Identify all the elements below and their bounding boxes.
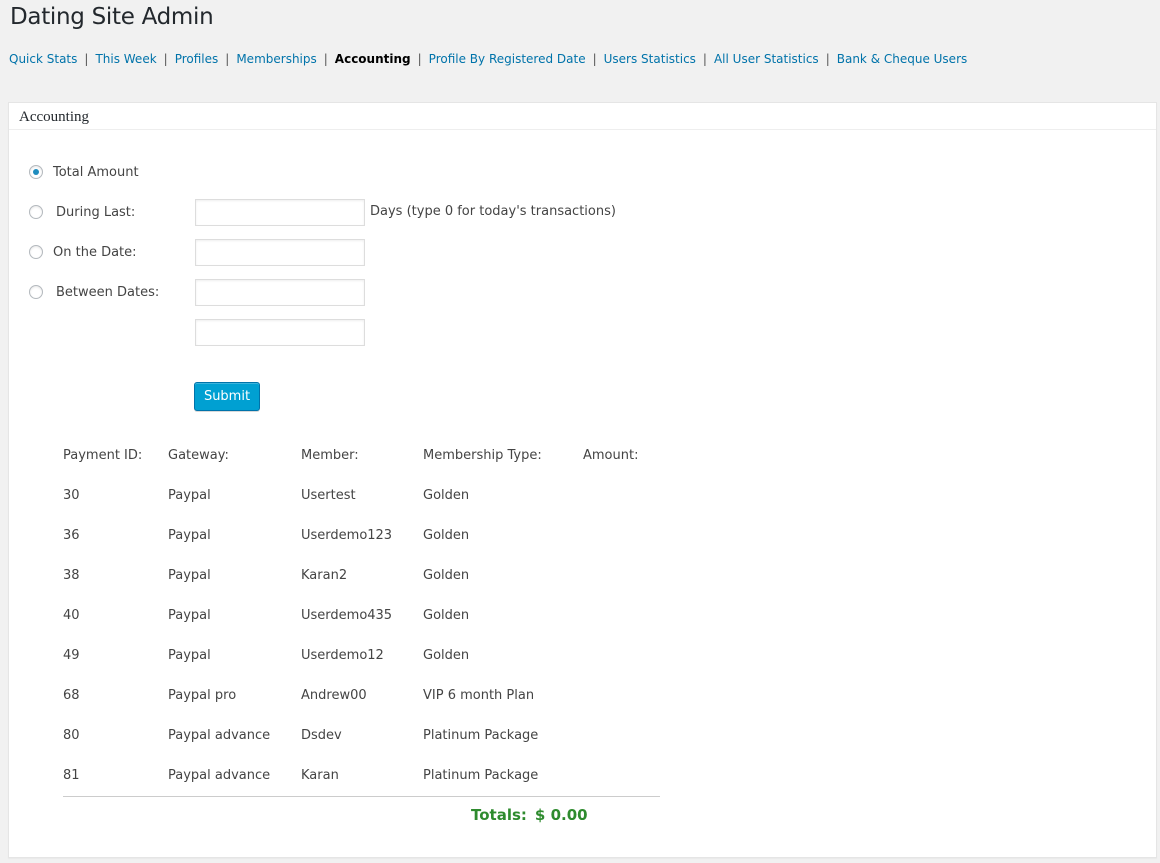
table-row: 40 Paypal Userdemo435 Golden bbox=[63, 596, 660, 636]
nav-separator: | bbox=[592, 52, 597, 66]
gateway: Paypal advance bbox=[168, 728, 271, 743]
totals-label: Totals: bbox=[471, 806, 527, 824]
header-amount: Amount: bbox=[583, 448, 639, 463]
table-header-row: Payment ID: Gateway: Member: Membership … bbox=[63, 436, 660, 476]
nav-separator: | bbox=[225, 52, 230, 66]
nav-this-week[interactable]: This Week bbox=[95, 52, 156, 66]
during-last-hint: Days (type 0 for today's transactions) bbox=[370, 204, 616, 219]
on-date-input[interactable] bbox=[195, 239, 365, 266]
payment-id: 49 bbox=[63, 648, 80, 663]
submit-button[interactable]: Submit bbox=[194, 382, 260, 411]
during-last-label: During Last: bbox=[56, 204, 136, 220]
table-row: 49 Paypal Userdemo12 Golden bbox=[63, 636, 660, 676]
gateway: Paypal bbox=[168, 648, 211, 663]
admin-subnav: Quick Stats | This Week | Profiles | Membershi… bbox=[9, 51, 967, 67]
table-divider bbox=[63, 796, 660, 797]
membership-type: Golden bbox=[423, 608, 470, 623]
gateway: Paypal bbox=[168, 568, 211, 583]
payments-table: Payment ID: Gateway: Member: Membership … bbox=[63, 436, 660, 797]
payment-id: 81 bbox=[63, 768, 80, 783]
member: Karan bbox=[301, 768, 339, 783]
gateway: Paypal bbox=[168, 608, 211, 623]
nav-separator: | bbox=[323, 52, 328, 66]
table-row: 81 Paypal advance Karan Platinum Package bbox=[63, 756, 660, 796]
payment-id: 38 bbox=[63, 568, 80, 583]
gateway: Paypal bbox=[168, 488, 211, 503]
payment-id: 40 bbox=[63, 608, 80, 623]
header-payment-id: Payment ID: bbox=[63, 448, 143, 463]
table-row: 36 Paypal Userdemo123 Golden bbox=[63, 516, 660, 556]
payment-id: 36 bbox=[63, 528, 80, 543]
nav-accounting[interactable]: Accounting bbox=[335, 52, 411, 66]
membership-type: Platinum Package bbox=[423, 768, 539, 783]
nav-profile-by-registered-date[interactable]: Profile By Registered Date bbox=[429, 52, 586, 66]
table-row: 30 Paypal Usertest Golden bbox=[63, 476, 660, 516]
during-last-days-input[interactable] bbox=[195, 199, 365, 226]
totals: Totals: $ 0.00 bbox=[471, 806, 588, 824]
nav-separator: | bbox=[163, 52, 168, 66]
header-membership-type: Membership Type: bbox=[423, 448, 542, 463]
membership-type: Golden bbox=[423, 568, 470, 583]
nav-separator: | bbox=[417, 52, 422, 66]
nav-all-user-statistics[interactable]: All User Statistics bbox=[714, 52, 819, 66]
filter-during-last: During Last: bbox=[29, 199, 135, 225]
membership-type: Platinum Package bbox=[423, 728, 539, 743]
membership-type: Golden bbox=[423, 648, 470, 663]
table-row: 80 Paypal advance Dsdev Platinum Package bbox=[63, 716, 660, 756]
gateway: Paypal pro bbox=[168, 688, 237, 703]
during-last-radio[interactable] bbox=[29, 205, 43, 219]
header-gateway: Gateway: bbox=[168, 448, 229, 463]
nav-separator: | bbox=[825, 52, 830, 66]
payment-id: 30 bbox=[63, 488, 80, 503]
nav-separator: | bbox=[84, 52, 89, 66]
payment-id: 68 bbox=[63, 688, 80, 703]
member: Userdemo123 bbox=[301, 528, 393, 543]
filter-on-date: On the Date: bbox=[29, 239, 137, 265]
nav-bank-cheque-users[interactable]: Bank & Cheque Users bbox=[837, 52, 968, 66]
nav-separator: | bbox=[702, 52, 707, 66]
member: Dsdev bbox=[301, 728, 342, 743]
member: Andrew00 bbox=[301, 688, 367, 703]
header-member: Member: bbox=[301, 448, 359, 463]
nav-quick-stats[interactable]: Quick Stats bbox=[9, 52, 77, 66]
membership-type: VIP 6 month Plan bbox=[423, 688, 535, 703]
between-dates-label: Between Dates: bbox=[56, 284, 160, 300]
table-row: 38 Paypal Karan2 Golden bbox=[63, 556, 660, 596]
on-date-radio[interactable] bbox=[29, 245, 43, 259]
accounting-panel: Accounting Total Amount During Last: Day… bbox=[8, 102, 1157, 858]
filter-between-dates: Between Dates: bbox=[29, 279, 159, 305]
totals-amount: $ 0.00 bbox=[534, 806, 588, 824]
on-date-label: On the Date: bbox=[53, 244, 137, 260]
gateway: Paypal bbox=[168, 528, 211, 543]
filter-total-amount: Total Amount bbox=[29, 159, 139, 185]
payment-id: 80 bbox=[63, 728, 80, 743]
membership-type: Golden bbox=[423, 488, 470, 503]
gateway: Paypal advance bbox=[168, 768, 271, 783]
between-dates-to-input[interactable] bbox=[195, 319, 365, 346]
nav-memberships[interactable]: Memberships bbox=[236, 52, 316, 66]
member: Usertest bbox=[301, 488, 356, 503]
total-amount-radio[interactable] bbox=[29, 165, 43, 179]
nav-users-statistics[interactable]: Users Statistics bbox=[604, 52, 696, 66]
nav-profiles[interactable]: Profiles bbox=[175, 52, 219, 66]
panel-title: Accounting bbox=[19, 109, 89, 125]
member: Userdemo435 bbox=[301, 608, 393, 623]
table-row: 68 Paypal pro Andrew00 VIP 6 month Plan bbox=[63, 676, 660, 716]
page-title: Dating Site Admin bbox=[10, 4, 214, 30]
membership-type: Golden bbox=[423, 528, 470, 543]
total-amount-label: Total Amount bbox=[53, 164, 139, 180]
member: Userdemo12 bbox=[301, 648, 384, 663]
between-dates-from-input[interactable] bbox=[195, 279, 365, 306]
panel-header: Accounting bbox=[9, 103, 1156, 130]
member: Karan2 bbox=[301, 568, 348, 583]
between-dates-radio[interactable] bbox=[29, 285, 43, 299]
